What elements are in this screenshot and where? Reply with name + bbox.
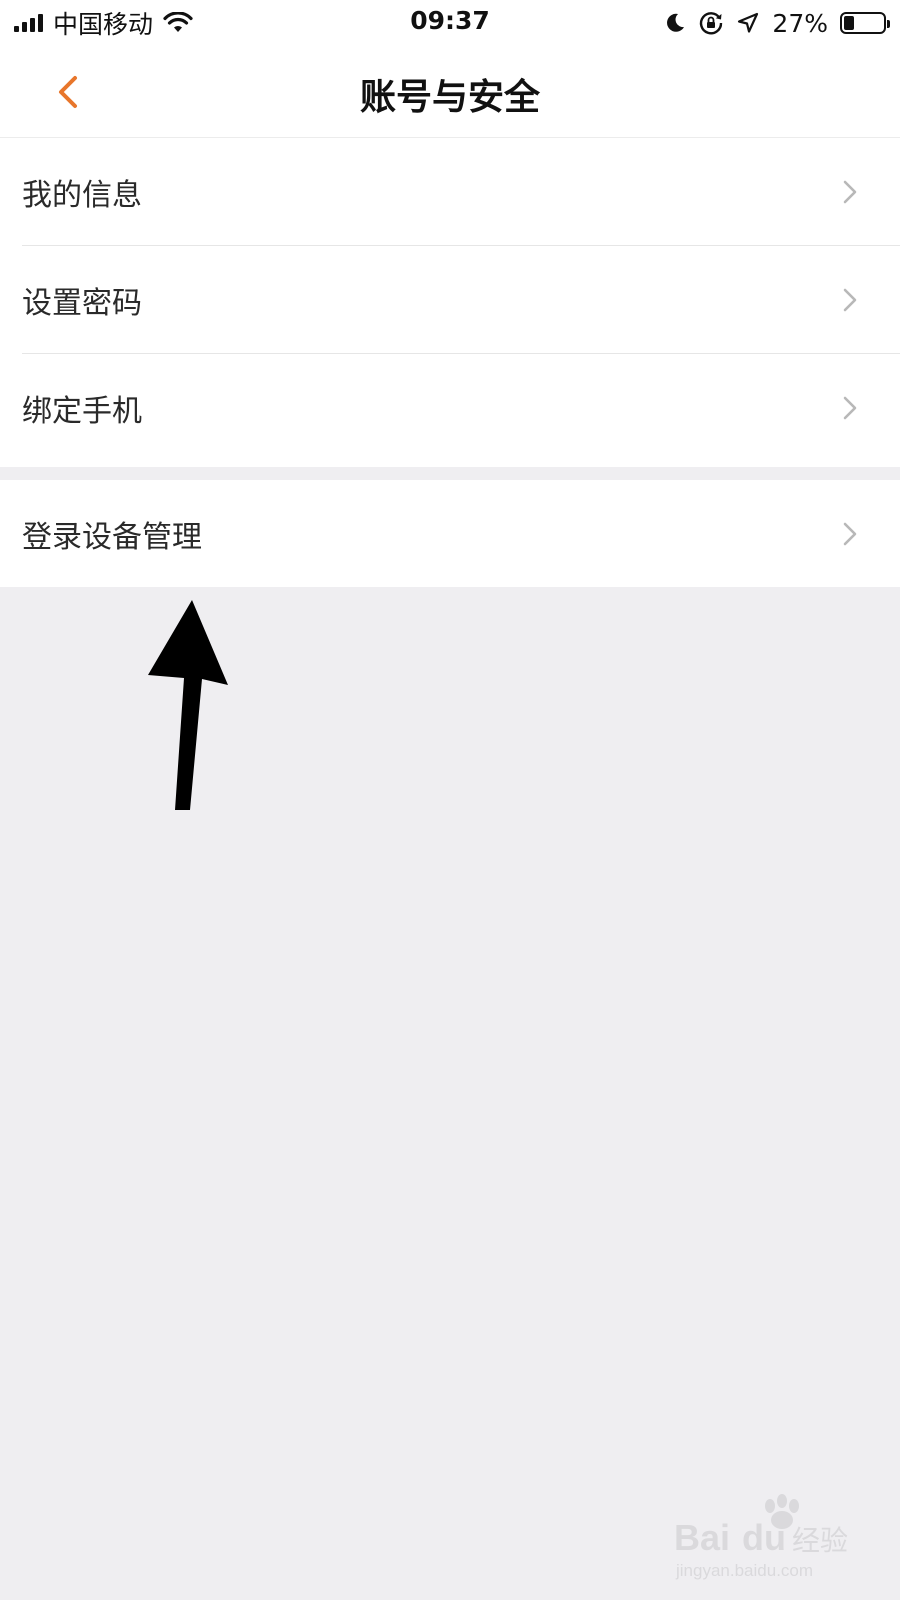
list-item-set-password[interactable]: 设置密码 — [0, 246, 900, 354]
orientation-lock-icon — [700, 12, 723, 35]
list-item-device-management[interactable]: 登录设备管理 — [0, 480, 900, 588]
svg-text:经验: 经验 — [792, 1524, 848, 1557]
battery-level — [844, 16, 855, 30]
location-icon — [738, 12, 759, 33]
list-item-label: 设置密码 — [22, 286, 142, 321]
svg-text:du: du — [742, 1517, 786, 1558]
arrow-up-icon — [148, 600, 228, 810]
chevron-right-icon — [840, 178, 860, 206]
menu-group-account: 我的信息 设置密码 绑定手机 — [0, 138, 900, 467]
list-item-label: 登录设备管理 — [22, 520, 202, 555]
menu-group-devices: 登录设备管理 — [0, 480, 900, 587]
chevron-right-icon — [840, 394, 860, 422]
status-right: 27% — [664, 8, 890, 38]
list-item-my-info[interactable]: 我的信息 — [0, 138, 900, 246]
chevron-right-icon — [840, 520, 860, 548]
baidu-watermark-icon: Bai du 经验 jingyan.baidu.com — [674, 1494, 848, 1580]
list-item-label: 绑定手机 — [22, 394, 142, 429]
page-title: 账号与安全 — [359, 77, 540, 118]
list-item-label: 我的信息 — [22, 178, 142, 213]
battery-icon — [840, 12, 890, 34]
list-item-bind-phone[interactable]: 绑定手机 — [0, 354, 900, 462]
battery-percent: 27% — [772, 8, 828, 38]
status-bar: 中国移动 09:37 27% — [0, 0, 900, 46]
svg-text:jingyan.baidu.com: jingyan.baidu.com — [675, 1561, 813, 1580]
svg-text:Bai: Bai — [674, 1517, 730, 1558]
moon-icon — [667, 13, 685, 32]
screen: 中国移动 09:37 27% 账号与安全 我的信息 设置密码 绑定手机 登录设备… — [0, 0, 900, 1600]
nav-bar: 账号与安全 — [0, 46, 900, 138]
chevron-right-icon — [840, 286, 860, 314]
